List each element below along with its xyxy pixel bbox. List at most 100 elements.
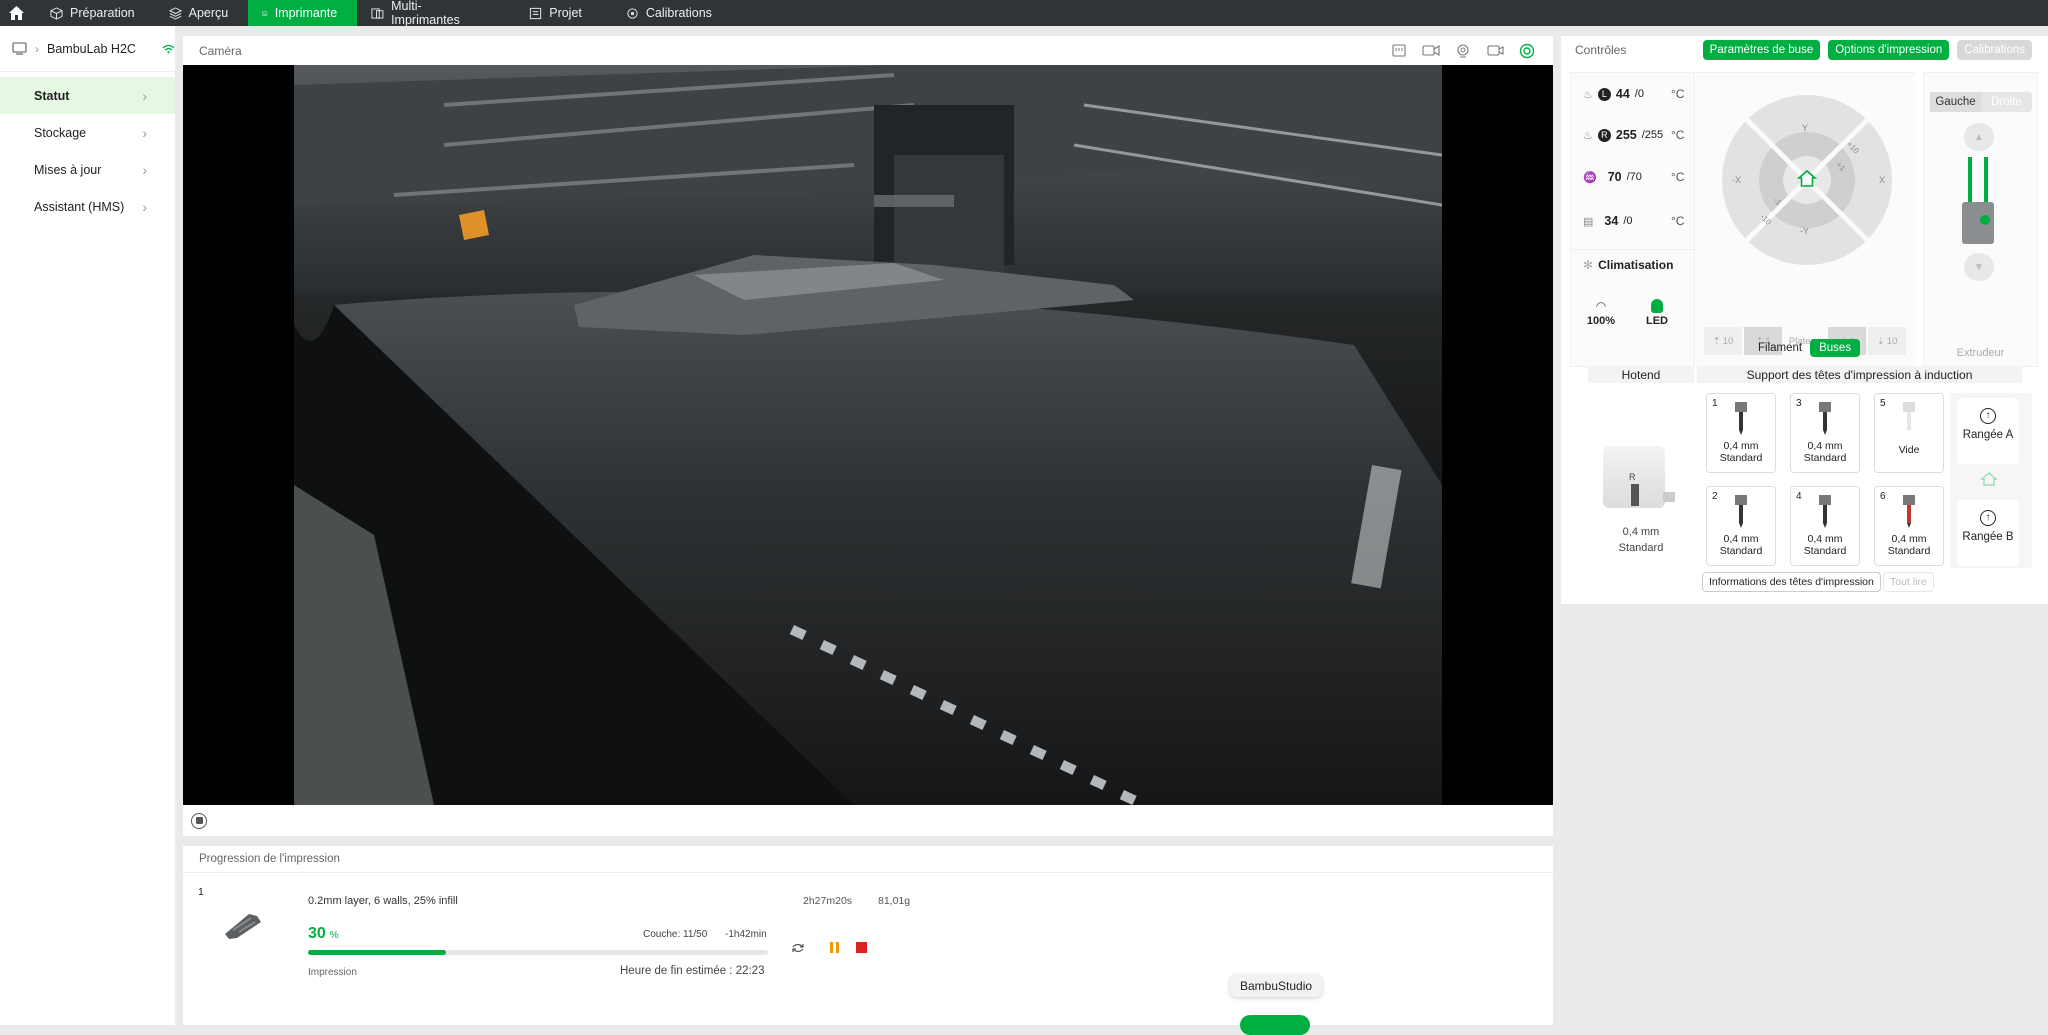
tab-multi-imprimantes[interactable]: Multi-Imprimantes	[357, 0, 509, 27]
sidebar-item-label: Statut	[34, 88, 70, 103]
progress-percent: 30	[308, 925, 326, 942]
bed-heat-icon: ♒	[1583, 171, 1597, 184]
extruder-label: Extrudeur	[1956, 347, 2005, 359]
jog-y-minus[interactable]: -Y	[1800, 226, 1809, 236]
extruder-right-option[interactable]: Droite	[1981, 92, 2032, 112]
jog-panel: Y -Y -X X +10 +1 -1 -10 ⇡ 10 ⇡ 1 Plateau ⇣…	[1696, 72, 1916, 367]
timelapse-icon[interactable]	[1453, 43, 1473, 59]
empty-slot-icon	[1903, 402, 1915, 430]
print-status: Impression	[308, 967, 357, 978]
nozzle-slot-5[interactable]: 5 Vide	[1874, 393, 1944, 473]
sidebar-item-assistant-hms[interactable]: Assistant (HMS) ›	[0, 188, 175, 225]
temp-target: /255	[1641, 129, 1664, 141]
sidebar-item-statut[interactable]: Statut ›	[0, 77, 175, 114]
dock-app-icon[interactable]	[1240, 1015, 1310, 1035]
temp-target: /70	[1626, 171, 1642, 183]
bed-down-10-button[interactable]: ⇣ 10	[1868, 327, 1906, 355]
nozzle-slot-1[interactable]: 1 0,4 mm Standard	[1706, 393, 1776, 473]
printer-selector[interactable]: › BambuLab H2C	[0, 26, 175, 72]
nozzle-icon	[1819, 402, 1831, 435]
rack-home-icon[interactable]	[1980, 471, 1998, 490]
tab-imprimante[interactable]: Imprimante	[248, 0, 358, 26]
read-all-button[interactable]: Tout lire	[1883, 572, 1934, 592]
tab-apercu[interactable]: Aperçu	[155, 0, 249, 26]
sidebar-item-label: Mises à jour	[34, 162, 102, 177]
wifi-icon	[162, 44, 175, 53]
filament-tab[interactable]: Filament	[1752, 339, 1808, 357]
temp-unit: °C	[1671, 170, 1685, 184]
top-nav-bar: Préparation Aperçu Imprimante Multi-Impr…	[0, 0, 2048, 27]
dock-tooltip: BambuStudio	[1230, 975, 1323, 997]
nozzle-size: 0,4 mm	[1723, 533, 1759, 545]
camera-panel: Caméra	[183, 36, 1553, 836]
nozzle-type: Standard	[1803, 452, 1847, 464]
slot-number: 3	[1796, 398, 1802, 409]
layers-icon	[168, 6, 182, 20]
bed-up-10-button[interactable]: ⇡ 10	[1704, 327, 1742, 355]
arrow-up-circle-icon: ↑	[1980, 510, 1996, 526]
speed-button[interactable]: ◠ 100%	[1579, 299, 1623, 327]
jog-x-plus[interactable]: X	[1879, 175, 1885, 185]
arrow-up-circle-icon: ↑	[1980, 408, 1996, 424]
refresh-icon[interactable]	[791, 942, 805, 957]
stop-icon[interactable]	[856, 942, 867, 953]
filament-nozzle-toggle[interactable]: Filament Buses	[1752, 339, 1861, 357]
extruder-left-option[interactable]: Gauche	[1930, 92, 1981, 112]
temp-unit: °C	[1671, 87, 1685, 101]
row-b-button[interactable]: ↑ Rangée B	[1957, 500, 2019, 566]
nozzle-slot-2[interactable]: 2 0,4 mm Standard	[1706, 486, 1776, 566]
chevron-right-icon: ›	[142, 124, 147, 141]
project-icon	[530, 7, 542, 19]
nozzles-tab[interactable]: Buses	[1810, 339, 1861, 357]
record-video-icon[interactable]	[1421, 43, 1441, 59]
right-nozzle-temp[interactable]: ♨ R 255 /255 °C	[1571, 120, 1696, 150]
jog-x-minus[interactable]: -X	[1732, 175, 1741, 185]
camera-switch-icon[interactable]	[1485, 43, 1505, 59]
extrude-up-button[interactable]: ▲	[1964, 123, 1994, 151]
print-options-button[interactable]: Options d'impression	[1828, 39, 1950, 60]
pause-icon[interactable]	[830, 942, 839, 953]
temp-unit: °C	[1671, 214, 1685, 228]
sidebar-item-label: Assistant (HMS)	[34, 199, 125, 214]
print-profile: 0.2mm layer, 6 walls, 25% infill	[308, 895, 458, 907]
bed-temp[interactable]: ♒ 70 /70 °C	[1571, 162, 1696, 192]
tab-label: Projet	[549, 6, 582, 20]
tab-projet[interactable]: Projet	[509, 0, 602, 26]
home-icon[interactable]	[0, 0, 32, 26]
nozzle-settings-button[interactable]: Paramètres de buse	[1702, 39, 1821, 60]
row-a-button[interactable]: ↑ Rangée A	[1957, 398, 2019, 464]
nozzle-slot-3[interactable]: 3 0,4 mm Standard	[1790, 393, 1860, 473]
hotend-letter: R	[1629, 472, 1636, 482]
extrude-down-button[interactable]: ▼	[1964, 253, 1994, 281]
chevron-right-icon: ›	[35, 41, 39, 56]
tab-preparation[interactable]: Préparation	[32, 0, 155, 26]
sidebar-item-stockage[interactable]: Stockage ›	[0, 114, 175, 151]
sd-card-icon[interactable]	[1389, 43, 1409, 59]
liveview-icon[interactable]	[1517, 43, 1537, 59]
led-button[interactable]: LED	[1635, 299, 1679, 327]
hotend-size: 0,4 mm	[1622, 526, 1660, 538]
extruder-selector[interactable]: Gauche Droite	[1930, 92, 2032, 112]
device-icon	[262, 10, 268, 16]
nozzle-slot-6[interactable]: 6 0,4 mm Standard	[1874, 486, 1944, 566]
nozzle-info-button[interactable]: Informations des têtes d'impression	[1702, 572, 1881, 592]
calibrations-button[interactable]: Calibrations	[1957, 39, 2032, 60]
sidebar-item-mises-a-jour[interactable]: Mises à jour ›	[0, 151, 175, 188]
climatisation-button[interactable]: ✻ Climatisation	[1571, 249, 1696, 279]
chamber-temp[interactable]: ▤ 34 /0 °C	[1571, 206, 1696, 236]
calibration-icon	[627, 7, 638, 19]
tab-calibrations[interactable]: Calibrations	[602, 0, 732, 26]
speedometer-icon: ◠	[1595, 299, 1607, 313]
left-nozzle-temp[interactable]: ♨ L 44 /0 °C	[1571, 79, 1696, 109]
jog-y-plus[interactable]: Y	[1802, 123, 1808, 133]
fan-icon: ✻	[1583, 257, 1594, 272]
home-axes-icon[interactable]	[1796, 168, 1818, 193]
tab-label: Aperçu	[188, 6, 229, 20]
camera-feed[interactable]	[183, 65, 1553, 805]
record-toggle-icon[interactable]	[191, 812, 207, 829]
print-duration: 2h27m20s	[803, 895, 853, 907]
progress-title: Progression de l'impression	[199, 853, 340, 865]
arrow-down-icon: ⇣	[1876, 335, 1885, 347]
tab-label: Imprimante	[274, 6, 338, 20]
nozzle-slot-4[interactable]: 4 0,4 mm Standard	[1790, 486, 1860, 566]
